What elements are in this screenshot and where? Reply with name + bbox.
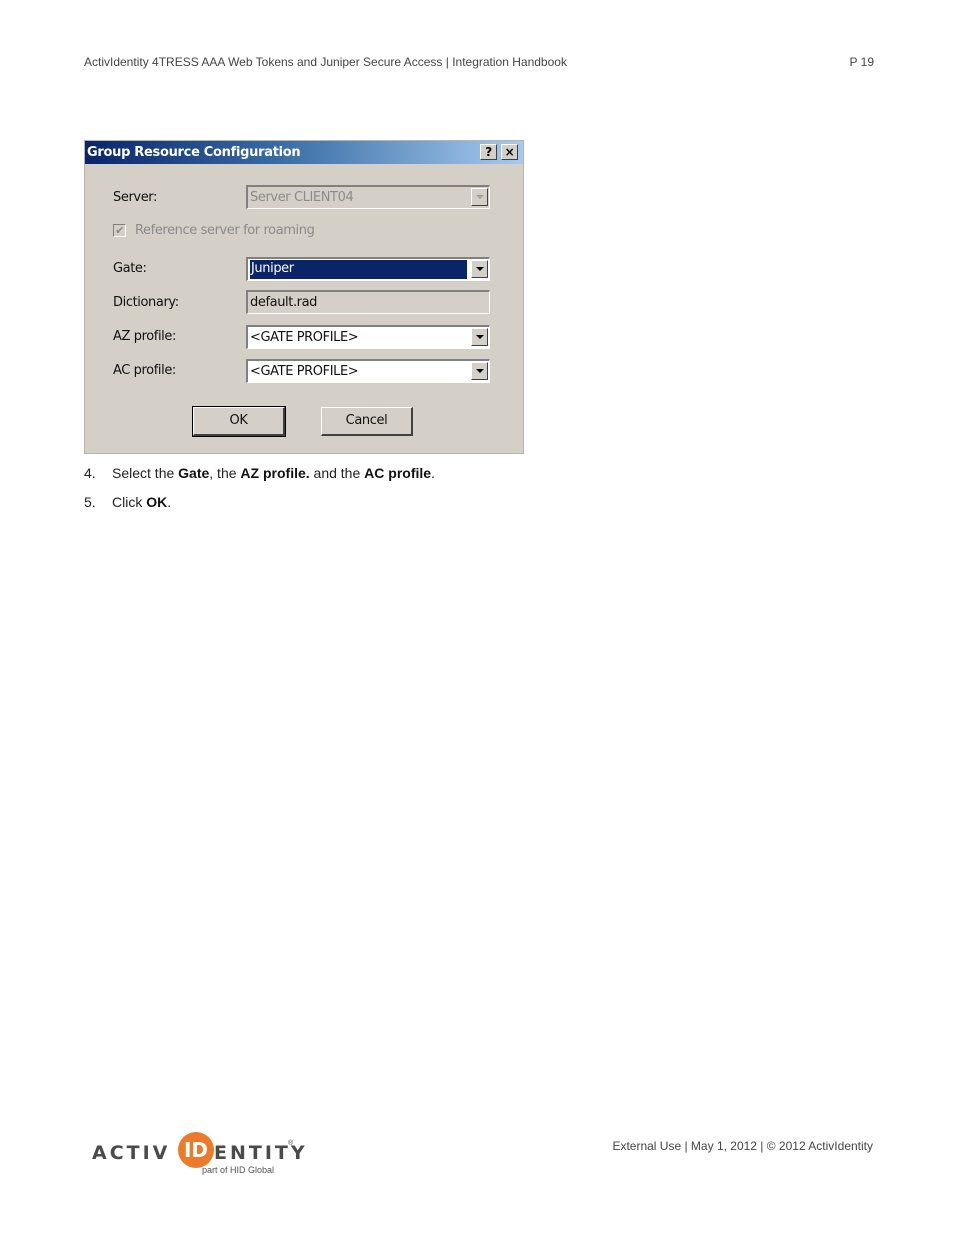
ac-profile-value: <GATE PROFILE> <box>250 364 359 379</box>
close-icon: × <box>504 145 515 159</box>
server-select: Server CLIENT04 <box>246 185 490 209</box>
dictionary-label: Dictionary: <box>113 295 179 310</box>
emphasis: AZ profile. <box>240 465 310 481</box>
ac-profile-dropdown-button[interactable] <box>471 362 488 380</box>
chevron-down-icon <box>476 267 484 271</box>
logo-id-mark: ID <box>178 1132 214 1168</box>
ac-profile-select[interactable]: <GATE PROFILE> <box>246 359 490 383</box>
gate-select[interactable]: Juniper <box>246 257 490 281</box>
step-text: Click OK. <box>112 494 172 510</box>
az-profile-select[interactable]: <GATE PROFILE> <box>246 325 490 349</box>
dictionary-value: default.rad <box>250 295 318 310</box>
help-button[interactable]: ? <box>480 144 497 160</box>
group-resource-configuration-dialog: Group Resource Configuration ? × Server:… <box>84 140 524 454</box>
dialog-title: Group Resource Configuration <box>87 145 301 160</box>
chevron-down-icon <box>476 335 484 339</box>
az-profile-value: <GATE PROFILE> <box>250 330 359 345</box>
step-number: 5. <box>84 494 96 510</box>
server-value: Server CLIENT04 <box>250 190 354 205</box>
roaming-checkbox: ✔ <box>113 224 126 237</box>
document-title: ActivIdentity 4TRESS AAA Web Tokens and … <box>84 55 567 69</box>
check-icon: ✔ <box>115 224 124 237</box>
ok-button[interactable]: OK <box>192 406 286 437</box>
page-number: P 19 <box>849 55 874 69</box>
gate-label: Gate: <box>113 261 147 276</box>
chevron-down-icon <box>476 195 484 199</box>
az-profile-label: AZ profile: <box>113 329 176 344</box>
server-label: Server: <box>113 190 157 205</box>
emphasis: OK <box>146 494 168 510</box>
az-profile-dropdown-button[interactable] <box>471 328 488 346</box>
roaming-checkbox-label: Reference server for roaming <box>135 223 315 238</box>
chevron-down-icon <box>476 369 484 373</box>
gate-dropdown-button[interactable] <box>471 260 488 278</box>
step-number: 4. <box>84 465 96 481</box>
cancel-button[interactable]: Cancel <box>321 407 413 436</box>
logo-subtitle: part of HID Global <box>202 1165 275 1175</box>
dictionary-field: default.rad <box>246 290 490 314</box>
help-icon: ? <box>485 145 492 159</box>
footer-text: External Use | May 1, 2012 | © 2012 Acti… <box>612 1139 873 1153</box>
gate-value: Juniper <box>250 260 467 279</box>
ac-profile-label: AC profile: <box>113 363 176 378</box>
emphasis: AC profile <box>364 465 432 481</box>
step-text: Select the Gate, the AZ profile. and the… <box>112 465 435 481</box>
close-button[interactable]: × <box>501 144 518 160</box>
actividentity-logo: ACTIV ID ENTITY ® part of HID Global <box>92 1132 305 1180</box>
emphasis: Gate <box>178 465 210 481</box>
dialog-titlebar[interactable]: Group Resource Configuration ? × <box>85 141 523 164</box>
server-dropdown-button <box>471 188 488 206</box>
